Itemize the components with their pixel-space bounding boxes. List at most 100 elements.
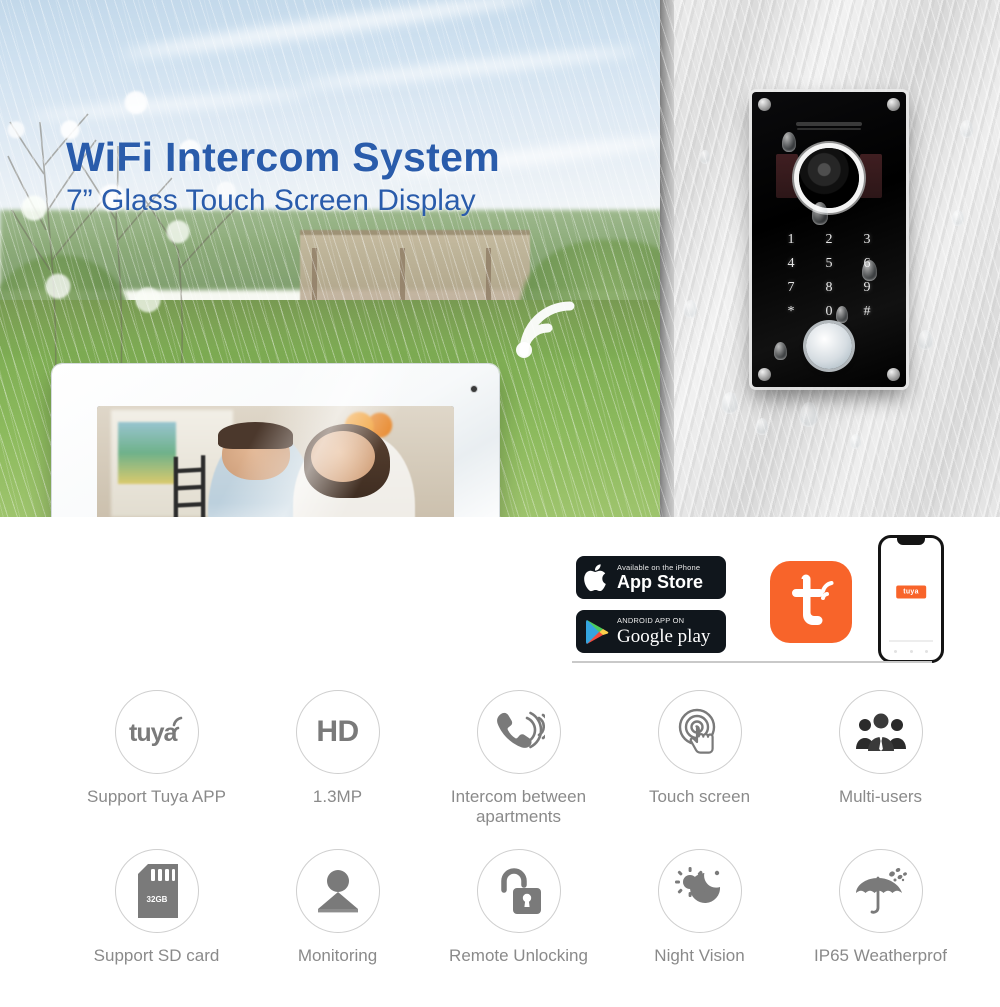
monitor-screen[interactable] bbox=[97, 406, 454, 517]
keypad-key[interactable]: 1 bbox=[775, 232, 807, 248]
feature-label: Monitoring bbox=[297, 946, 378, 966]
keypad-key[interactable]: 3 bbox=[851, 232, 883, 248]
person-glyph bbox=[317, 870, 358, 913]
indoor-monitor[interactable] bbox=[52, 364, 499, 517]
keypad-key[interactable]: 4 bbox=[775, 256, 807, 272]
app-store-badge[interactable]: Available on the iPhone App Store bbox=[576, 556, 726, 599]
feature-remote-unlocking[interactable]: Remote Unlocking bbox=[428, 849, 609, 966]
person-monitoring-icon bbox=[295, 849, 380, 934]
touch-glyph bbox=[678, 708, 715, 754]
page-title: WiFi Intercom System bbox=[66, 134, 500, 180]
panel-divider bbox=[572, 661, 932, 663]
water-droplet bbox=[756, 418, 768, 435]
phone-tuya-logo: tuya bbox=[896, 585, 926, 599]
feature-sd-card[interactable]: 32GB Support SD card bbox=[66, 849, 247, 966]
camera-lens-icon bbox=[799, 148, 859, 208]
tuya-app-icon[interactable] bbox=[770, 561, 852, 643]
feature-label: 1.3MP bbox=[312, 787, 363, 806]
speaker-grille-icon bbox=[796, 122, 862, 126]
water-droplet bbox=[700, 150, 710, 164]
feature-label: Support SD card bbox=[93, 946, 220, 966]
feature-row-2: 32GB Support SD card Monitoring Remote U… bbox=[0, 849, 1000, 966]
phone-call-ringing-icon bbox=[476, 690, 561, 774]
front-camera-icon bbox=[471, 386, 477, 392]
keypad-key[interactable]: 5 bbox=[813, 256, 845, 272]
feature-label: Remote Unlocking bbox=[449, 946, 588, 966]
water-droplet bbox=[862, 260, 877, 281]
screen-scene bbox=[97, 406, 454, 517]
app-availability-panel: Available on the iPhone App Store ANDROI… bbox=[570, 523, 944, 669]
google-play-triangle-icon bbox=[586, 619, 609, 644]
feature-label: Support Tuya APP bbox=[87, 787, 226, 806]
feature-touch-screen[interactable]: Touch screen bbox=[609, 690, 790, 827]
water-droplet bbox=[952, 210, 964, 226]
ringing-handset-glyph bbox=[496, 711, 545, 749]
feature-intercom[interactable]: Intercom between apartments bbox=[428, 690, 609, 827]
tuya-wordmark-icon: tuya bbox=[129, 716, 182, 747]
tuya-logo-icon: tuya bbox=[114, 690, 199, 774]
hd-badge-icon: HD bbox=[295, 690, 380, 774]
wifi-signal-icon bbox=[516, 301, 575, 358]
hd-text: HD bbox=[316, 715, 359, 748]
water-droplet bbox=[684, 300, 697, 318]
sd-card-icon: 32GB bbox=[114, 849, 199, 934]
umbrella-rain-icon bbox=[838, 849, 923, 934]
water-droplet bbox=[918, 330, 933, 350]
outdoor-door-station[interactable]: 1 2 3 4 5 6 7 8 9 * 0 # bbox=[752, 92, 906, 387]
umbrella-glyph bbox=[855, 868, 907, 914]
feature-label: Intercom between apartments bbox=[450, 787, 587, 827]
app-store-small-label: Available on the iPhone bbox=[617, 562, 701, 572]
feature-label: IP65 Weatherprof bbox=[814, 946, 947, 966]
ir-led-panel bbox=[860, 154, 882, 198]
feature-night-vision[interactable]: Night Vision bbox=[609, 849, 790, 966]
feature-weatherproof[interactable]: IP65 Weatherprof bbox=[790, 849, 971, 966]
app-store-label: App Store bbox=[617, 572, 704, 593]
mounting-screw bbox=[758, 368, 771, 381]
google-play-badge[interactable]: ANDROID APP ON Google play bbox=[576, 610, 726, 653]
water-droplet bbox=[722, 392, 738, 414]
hero-banner: 1 2 3 4 5 6 7 8 9 * 0 # bbox=[0, 0, 1000, 517]
padlock-glyph bbox=[500, 868, 541, 915]
feature-row-1: tuya Support Tuya APP HD 1.3MP Intercom … bbox=[0, 690, 1000, 827]
feature-grid: tuya Support Tuya APP HD 1.3MP Intercom … bbox=[0, 690, 1000, 966]
feature-label: Night Vision bbox=[654, 946, 745, 966]
mounting-screw bbox=[887, 98, 900, 111]
keypad-key[interactable]: # bbox=[851, 304, 883, 320]
feature-support-tuya-app[interactable]: tuya Support Tuya APP bbox=[66, 690, 247, 827]
water-droplet bbox=[960, 120, 973, 138]
water-droplet bbox=[812, 202, 828, 225]
keypad-key[interactable]: 7 bbox=[775, 280, 807, 296]
feature-label: Multi-users bbox=[838, 787, 923, 806]
feature-multi-users[interactable]: Multi-users bbox=[790, 690, 971, 827]
product-marketing-page: 1 2 3 4 5 6 7 8 9 * 0 # bbox=[0, 0, 1000, 1007]
touch-finger-icon bbox=[657, 690, 742, 774]
blossom-tree-canopy bbox=[0, 55, 280, 395]
keypad-key[interactable]: 9 bbox=[851, 280, 883, 296]
feature-monitoring[interactable]: Monitoring bbox=[247, 849, 428, 966]
open-padlock-icon bbox=[476, 849, 561, 934]
sd-card-glyph: 32GB bbox=[137, 864, 178, 919]
feature-resolution[interactable]: HD 1.3MP bbox=[247, 690, 428, 827]
water-droplet bbox=[774, 342, 787, 360]
svg-text:tuya: tuya bbox=[129, 719, 179, 747]
phone-nav-dots bbox=[881, 650, 941, 653]
water-droplet bbox=[800, 402, 818, 427]
google-play-small-label: ANDROID APP ON bbox=[617, 616, 685, 626]
google-play-label: Google play bbox=[617, 625, 711, 647]
keypad-key[interactable]: * bbox=[775, 304, 807, 320]
water-droplet bbox=[782, 132, 796, 152]
ir-led-panel bbox=[776, 154, 798, 198]
wall-corner-edge bbox=[660, 0, 674, 517]
scene-woman-head bbox=[311, 430, 376, 482]
phone-splash-mockup: tuya bbox=[878, 535, 944, 663]
hero-headline-block: WiFi Intercom System 7” Glass Touch Scre… bbox=[66, 134, 500, 217]
keypad-key[interactable]: 8 bbox=[813, 280, 845, 296]
mounting-screw bbox=[758, 98, 771, 111]
keypad-key[interactable]: 2 bbox=[813, 232, 845, 248]
group-of-people-glyph bbox=[855, 713, 906, 751]
mounting-screw bbox=[887, 368, 900, 381]
tuya-t-glyph-icon bbox=[792, 574, 834, 625]
call-button[interactable] bbox=[806, 323, 852, 369]
scene-man-hair bbox=[218, 422, 294, 450]
sun-moon-glyph bbox=[674, 867, 720, 904]
